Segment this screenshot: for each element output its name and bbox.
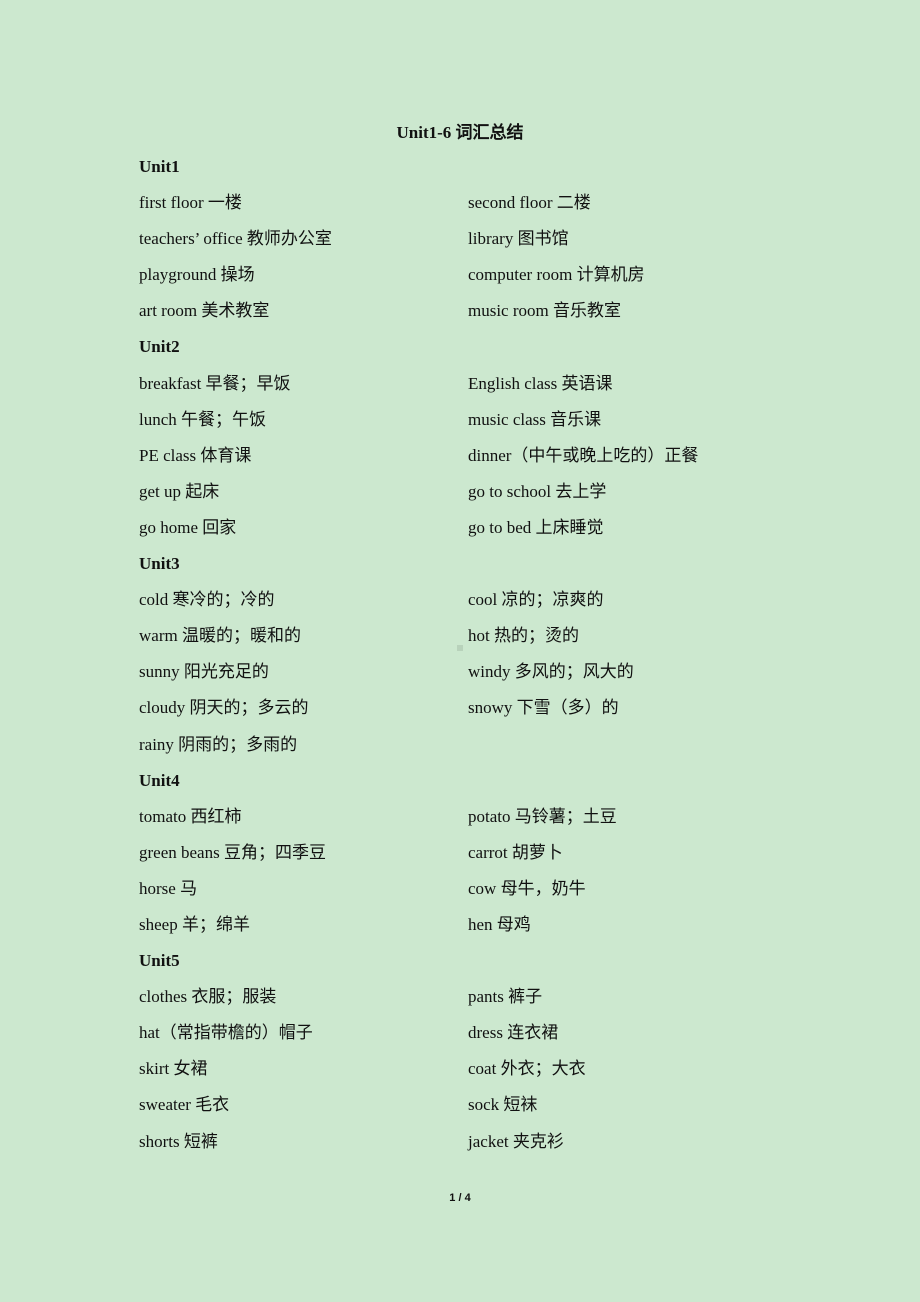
vocab-entry: potato 马铃薯；土豆 — [468, 806, 617, 826]
vocab-row: go home 回家 go to bed 上床睡觉 — [139, 516, 799, 552]
vocab-row: rainy 阴雨的；多雨的 — [139, 733, 799, 769]
unit-heading: Unit1 — [139, 157, 180, 176]
vocab-row: art room 美术教室 music room 音乐教室 — [139, 299, 799, 335]
vocab-entry: sunny 阳光充足的 — [139, 662, 269, 682]
vocab-row: get up 起床 go to school 去上学 — [139, 480, 799, 516]
vocab-entry: music room 音乐教室 — [468, 301, 621, 321]
vocab-entry: go to bed 上床睡觉 — [468, 517, 604, 537]
vocab-entry: tomato 西红柿 — [139, 806, 242, 826]
vocab-row: green beans 豆角；四季豆 carrot 胡萝卜 — [139, 841, 799, 877]
vocab-row: shorts 短裤 jacket 夹克衫 — [139, 1130, 799, 1166]
vocab-entry: pants 裤子 — [468, 987, 543, 1007]
unit-heading: Unit2 — [139, 337, 180, 357]
vocab-entry: snowy 下雪（多）的 — [468, 698, 619, 718]
vocab-entry: second floor 二楼 — [468, 193, 591, 213]
vocab-entry: sweater 毛衣 — [139, 1095, 230, 1115]
vocab-entry: cool 凉的；凉爽的 — [468, 590, 604, 610]
vocab-entry: skirt 女裙 — [139, 1059, 208, 1079]
vocab-entry: breakfast 早餐；早饭 — [139, 373, 291, 393]
vocab-entry: teachers’ office 教师办公室 — [139, 229, 332, 249]
vocab-entry: computer room 计算机房 — [468, 265, 645, 285]
vocab-row: tomato 西红柿 potato 马铃薯；土豆 — [139, 805, 799, 841]
vocab-row: teachers’ office 教师办公室 library 图书馆 — [139, 227, 799, 263]
page-number: 1 / 4 — [449, 1192, 471, 1204]
vocab-entry: dress 连衣裙 — [468, 1023, 559, 1043]
vocab-entry: cloudy 阴天的；多云的 — [139, 698, 309, 718]
vocab-entry: coat 外衣；大衣 — [468, 1059, 586, 1079]
vocab-entry: sheep 羊；绵羊 — [139, 914, 250, 934]
vocab-row: playground 操场 computer room 计算机房 — [139, 263, 799, 299]
vocab-row: breakfast 早餐；早饭 English class 英语课 — [139, 372, 799, 408]
vocab-row: skirt 女裙 coat 外衣；大衣 — [139, 1057, 799, 1093]
unit-heading: Unit3 — [139, 554, 180, 574]
vocab-entry: sock 短袜 — [468, 1095, 538, 1115]
vocab-entry: art room 美术教室 — [139, 301, 270, 321]
vocab-entry: lunch 午餐；午饭 — [139, 409, 267, 429]
vocab-entry: warm 温暖的；暖和的 — [139, 626, 301, 646]
vocab-entry — [468, 733, 797, 769]
vocab-row: horse 马 cow 母牛，奶牛 — [139, 877, 799, 913]
vocab-entry: rainy 阴雨的；多雨的 — [139, 734, 298, 754]
vocab-entry: green beans 豆角；四季豆 — [139, 842, 326, 862]
vocab-entry: library 图书馆 — [468, 229, 569, 249]
vocab-entry: jacket 夹克衫 — [468, 1131, 564, 1151]
vocab-entry: first floor 一楼 — [139, 193, 242, 213]
vocab-entry: clothes 衣服；服装 — [139, 987, 277, 1007]
vocab-row: clothes 衣服；服装 pants 裤子 — [139, 985, 799, 1021]
vocab-entry: get up 起床 — [139, 481, 220, 501]
vocab-entry: shorts 短裤 — [139, 1131, 218, 1151]
vocab-entry: horse 马 — [139, 878, 198, 898]
vocab-entry: go to school 去上学 — [468, 481, 607, 501]
document-title: Unit1-6 词汇总结 — [396, 123, 524, 142]
vocab-row: PE class 体育课 dinner（中午或晚上吃的）正餐 — [139, 444, 799, 480]
vocab-row: sweater 毛衣 sock 短袜 — [139, 1093, 799, 1129]
vocab-entry: PE class 体育课 — [139, 445, 252, 465]
unit-heading: Unit5 — [139, 951, 180, 971]
vocab-row: cold 寒冷的；冷的 cool 凉的；凉爽的 — [139, 588, 799, 624]
vocab-row: first floor 一楼 second floor 二楼 — [139, 191, 799, 227]
vocab-entry: carrot 胡萝卜 — [468, 842, 563, 862]
vocab-entry: cold 寒冷的；冷的 — [139, 590, 275, 610]
unit-heading: Unit4 — [139, 770, 180, 790]
vocab-entry: hat（常指带檐的）帽子 — [139, 1023, 313, 1043]
vocab-row: sheep 羊；绵羊 hen 母鸡 — [139, 913, 799, 949]
vocab-entry: cow 母牛，奶牛 — [468, 878, 586, 898]
vocab-entry: hot 热的；烫的 — [468, 626, 579, 646]
vocab-entry: go home 回家 — [139, 517, 237, 537]
vocabulary-list: Unit1 first floor 一楼 second floor 二楼 teache… — [139, 155, 799, 1166]
vocab-entry: hen 母鸡 — [468, 914, 531, 934]
vocab-entry: music class 音乐课 — [468, 409, 602, 429]
vocab-row: cloudy 阴天的；多云的 snowy 下雪（多）的 — [139, 696, 799, 732]
vocab-entry: dinner（中午或晚上吃的）正餐 — [468, 445, 699, 465]
vocab-row: warm 温暖的；暖和的 hot 热的；烫的 — [139, 624, 799, 660]
vocab-entry: English class 英语课 — [468, 373, 613, 393]
vocab-row: lunch 午餐；午饭 music class 音乐课 — [139, 408, 799, 444]
vocab-entry: playground 操场 — [139, 265, 255, 285]
vocab-entry: windy 多风的；风大的 — [468, 662, 634, 682]
anchor-marker — [457, 645, 463, 651]
vocab-row: hat（常指带檐的）帽子 dress 连衣裙 — [139, 1021, 799, 1057]
vocab-row: sunny 阳光充足的 windy 多风的；风大的 — [139, 660, 799, 696]
